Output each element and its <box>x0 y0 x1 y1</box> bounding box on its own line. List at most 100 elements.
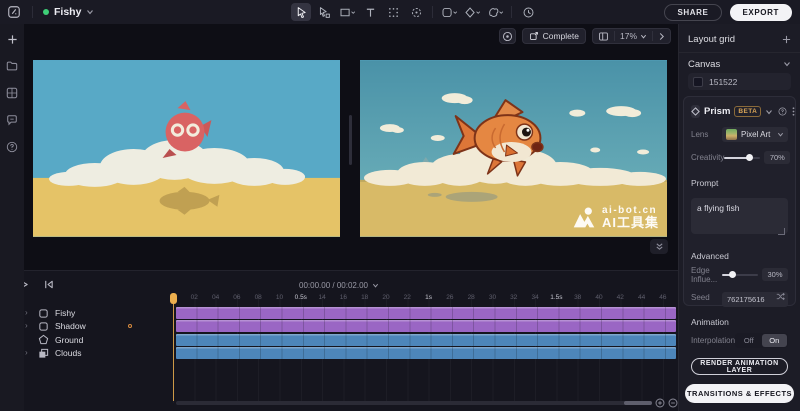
canvas-viewport[interactable]: ai-bot.cn AI工具集 Complete 17% <box>24 24 678 270</box>
share-button[interactable]: SHARE <box>664 4 721 21</box>
scrollbar-thumb[interactable] <box>624 401 652 405</box>
rotate-select-tool-icon[interactable] <box>406 3 426 21</box>
interpolation-on-option[interactable]: On <box>762 334 787 347</box>
node-select-tool-icon[interactable] <box>314 3 334 21</box>
project-menu[interactable]: Fishy <box>43 6 94 18</box>
chat-bubble-icon[interactable] <box>4 112 20 128</box>
rounded-shape-tool-icon[interactable] <box>439 3 459 21</box>
lens-dropdown[interactable]: Pixel Art <box>722 127 788 142</box>
track-bar-ground[interactable] <box>176 334 676 346</box>
freeform-shape-tool-icon[interactable] <box>485 3 505 21</box>
frames-divider-scrollbar[interactable] <box>349 115 352 165</box>
timeline-scrollbar[interactable] <box>176 401 652 405</box>
help-icon[interactable] <box>4 139 20 155</box>
advanced-label: Advanced <box>691 251 729 261</box>
lens-row: Lens Pixel Art <box>691 127 788 142</box>
chevron-right-icon[interactable]: › <box>25 307 28 319</box>
canvas-color-field[interactable]: 151522 <box>688 73 791 90</box>
frame-2[interactable]: ai-bot.cn AI工具集 <box>360 60 667 237</box>
timeline-layer-list: ›Fishy›ShadowGround›Clouds <box>0 271 173 411</box>
layer-row-clouds[interactable]: › Clouds <box>0 347 173 359</box>
lens-thumbnail <box>726 129 737 140</box>
view-controls-group: 17% <box>592 28 671 44</box>
edge-influence-row: Edge Influe... 30% <box>691 267 788 282</box>
complete-button[interactable]: Complete <box>522 28 586 44</box>
frame-1-artwork <box>33 60 340 237</box>
app-logo-icon[interactable] <box>6 4 22 20</box>
panel-icon <box>598 31 609 42</box>
chevron-down-icon[interactable] <box>765 108 773 116</box>
track-bar-shadow[interactable] <box>176 320 676 332</box>
collapse-canvas-button[interactable] <box>650 239 668 254</box>
double-chevron-down-icon <box>655 242 664 251</box>
zoom-level-dropdown[interactable]: 17% <box>615 29 652 43</box>
chevron-right-icon[interactable]: › <box>25 320 28 332</box>
divider <box>32 6 33 18</box>
creativity-slider[interactable] <box>724 157 760 159</box>
edge-influence-slider[interactable] <box>722 274 758 276</box>
help-icon[interactable] <box>778 107 787 116</box>
assets-grid-icon[interactable] <box>4 85 20 101</box>
prompt-label: Prompt <box>691 178 718 188</box>
add-plus-icon[interactable] <box>4 31 20 47</box>
prism-icon <box>691 105 700 118</box>
panel-toggle-button[interactable] <box>593 29 614 43</box>
slider-thumb[interactable] <box>746 154 753 161</box>
main-toolbar <box>291 0 538 24</box>
seed-label: Seed <box>691 293 710 302</box>
layer-name: Shadow <box>55 320 86 332</box>
slider-thumb[interactable] <box>729 271 736 278</box>
right-panel: Layout grid Canvas 151522 Prism BETA <box>678 24 800 411</box>
prompt-input[interactable]: a flying fish <box>691 198 788 234</box>
export-frame-icon <box>529 31 539 41</box>
track-bar-fishy[interactable] <box>176 307 676 319</box>
layer-row-fishy[interactable]: ›Fishy <box>0 307 173 319</box>
chevron-down-icon <box>86 8 94 16</box>
layer-marker-dot <box>128 324 132 328</box>
canvas-controls: Complete 17% <box>499 28 671 44</box>
render-animation-layer-button[interactable]: RENDER ANIMATION LAYER <box>691 358 788 375</box>
select-tool-icon[interactable] <box>291 3 311 21</box>
transitions-effects-button[interactable]: TRANSITIONS & EFFECTS <box>685 384 794 403</box>
chevron-down-icon <box>640 33 647 40</box>
layer-name: Clouds <box>55 347 81 359</box>
canvas-section-row[interactable]: Canvas <box>688 57 791 71</box>
interpolation-toggle: Off On <box>735 333 788 348</box>
creativity-label: Creativity <box>691 153 724 162</box>
timeline-tracks <box>173 271 678 411</box>
track-bar-clouds[interactable] <box>176 347 676 359</box>
shuffle-icon[interactable] <box>776 292 785 301</box>
canvas-color-swatch[interactable] <box>693 77 703 87</box>
prism-title: Prism <box>704 106 730 117</box>
history-clock-icon[interactable] <box>518 3 538 21</box>
next-arrow-button[interactable] <box>653 29 670 43</box>
diamond-shape-tool-icon[interactable] <box>462 3 482 21</box>
chevron-right-icon[interactable]: › <box>25 347 28 359</box>
canvas-color-hex: 151522 <box>709 77 737 87</box>
prism-panel: Prism BETA Lens Pixel Art Creativity <box>683 96 796 306</box>
interpolation-off-option[interactable]: Off <box>736 334 761 347</box>
animation-label: Animation <box>691 317 729 327</box>
chevron-right-icon <box>658 32 665 41</box>
plus-icon[interactable] <box>782 35 791 44</box>
layer-row-shadow[interactable]: › Shadow <box>0 320 173 332</box>
export-button[interactable]: EXPORT <box>730 4 793 21</box>
prompt-label-row: Prompt <box>691 175 788 190</box>
folder-icon[interactable] <box>4 58 20 74</box>
transform-grid-tool-icon[interactable] <box>383 3 403 21</box>
frame-1[interactable] <box>33 60 340 237</box>
advanced-label-row: Advanced <box>691 248 788 263</box>
beta-badge: BETA <box>734 106 761 117</box>
playhead[interactable] <box>170 293 177 304</box>
layer-row-ground[interactable]: Ground <box>0 334 173 346</box>
timeline-zoom-in-button[interactable] <box>654 397 666 409</box>
watermark-logo-icon <box>572 206 596 230</box>
watermark: ai-bot.cn AI工具集 <box>572 205 659 231</box>
creativity-row: Creativity 70% <box>691 150 788 165</box>
kebab-menu-icon[interactable] <box>792 107 795 116</box>
prism-header[interactable]: Prism BETA <box>691 104 788 119</box>
text-tool-icon[interactable] <box>360 3 380 21</box>
chevron-down-icon[interactable] <box>783 60 791 68</box>
rectangle-tool-icon[interactable] <box>337 3 357 21</box>
snapshot-camera-button[interactable] <box>499 28 516 44</box>
